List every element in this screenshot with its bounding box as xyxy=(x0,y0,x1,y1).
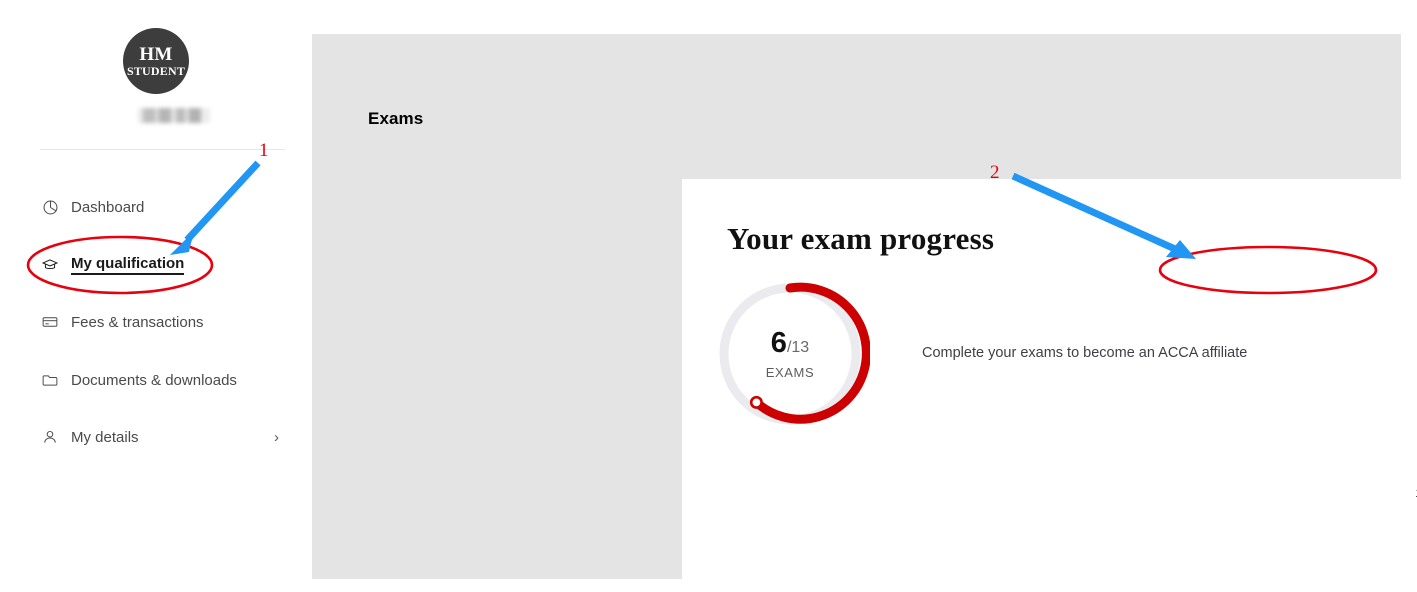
chevron-right-icon[interactable]: › xyxy=(274,429,279,446)
sidebar-item-dashboard[interactable]: Dashboard xyxy=(40,195,285,219)
avatar-wrap: HM STUDENT xyxy=(0,28,312,94)
exam-progress-donut: 6/13 EXAMS xyxy=(710,274,871,434)
quick-links-list: Detailed exam history Find tuition xyxy=(1068,291,1417,540)
folder-icon xyxy=(40,370,60,390)
sidebar-divider xyxy=(40,149,285,150)
avatar-subtitle: STUDENT xyxy=(126,64,186,78)
donut-label: EXAMS xyxy=(765,364,815,380)
donut-denominator: /13 xyxy=(786,338,810,356)
main-content: Exams Your exam progress 6/13 EXAMS Comp… xyxy=(312,34,1417,592)
sidebar-item-label: Fees & transactions xyxy=(71,313,204,331)
exam-progress-card: Your exam progress 6/13 EXAMS Complete y… xyxy=(682,179,1417,592)
avatar[interactable]: HM STUDENT xyxy=(123,28,189,94)
sidebar-item-fees-transactions[interactable]: Fees & transactions xyxy=(40,310,285,334)
card-icon xyxy=(40,312,60,332)
sidebar-item-documents-downloads[interactable]: Documents & downloads xyxy=(40,368,285,392)
donut-center-text: 6/13 EXAMS xyxy=(710,274,870,434)
person-icon xyxy=(40,427,60,447)
sidebar-item-label: Dashboard xyxy=(71,198,145,216)
sidebar-item-label: My details xyxy=(71,428,139,446)
avatar-initials: HM xyxy=(139,44,173,65)
sidebar-item-my-details[interactable]: My details › xyxy=(40,425,285,449)
card-title: Your exam progress xyxy=(727,221,995,256)
page-title: Exams xyxy=(368,109,424,128)
sidebar: HM STUDENT Dashboard My qualification Fe… xyxy=(0,0,312,579)
donut-value: 6 xyxy=(770,326,787,359)
graduation-cap-icon xyxy=(40,255,60,275)
pie-chart-icon xyxy=(40,197,60,217)
user-name-redacted xyxy=(138,108,210,123)
sidebar-item-my-qualification[interactable]: My qualification xyxy=(40,253,285,277)
sidebar-item-label: Documents & downloads xyxy=(71,371,237,389)
sidebar-item-label: My qualification xyxy=(71,255,185,275)
